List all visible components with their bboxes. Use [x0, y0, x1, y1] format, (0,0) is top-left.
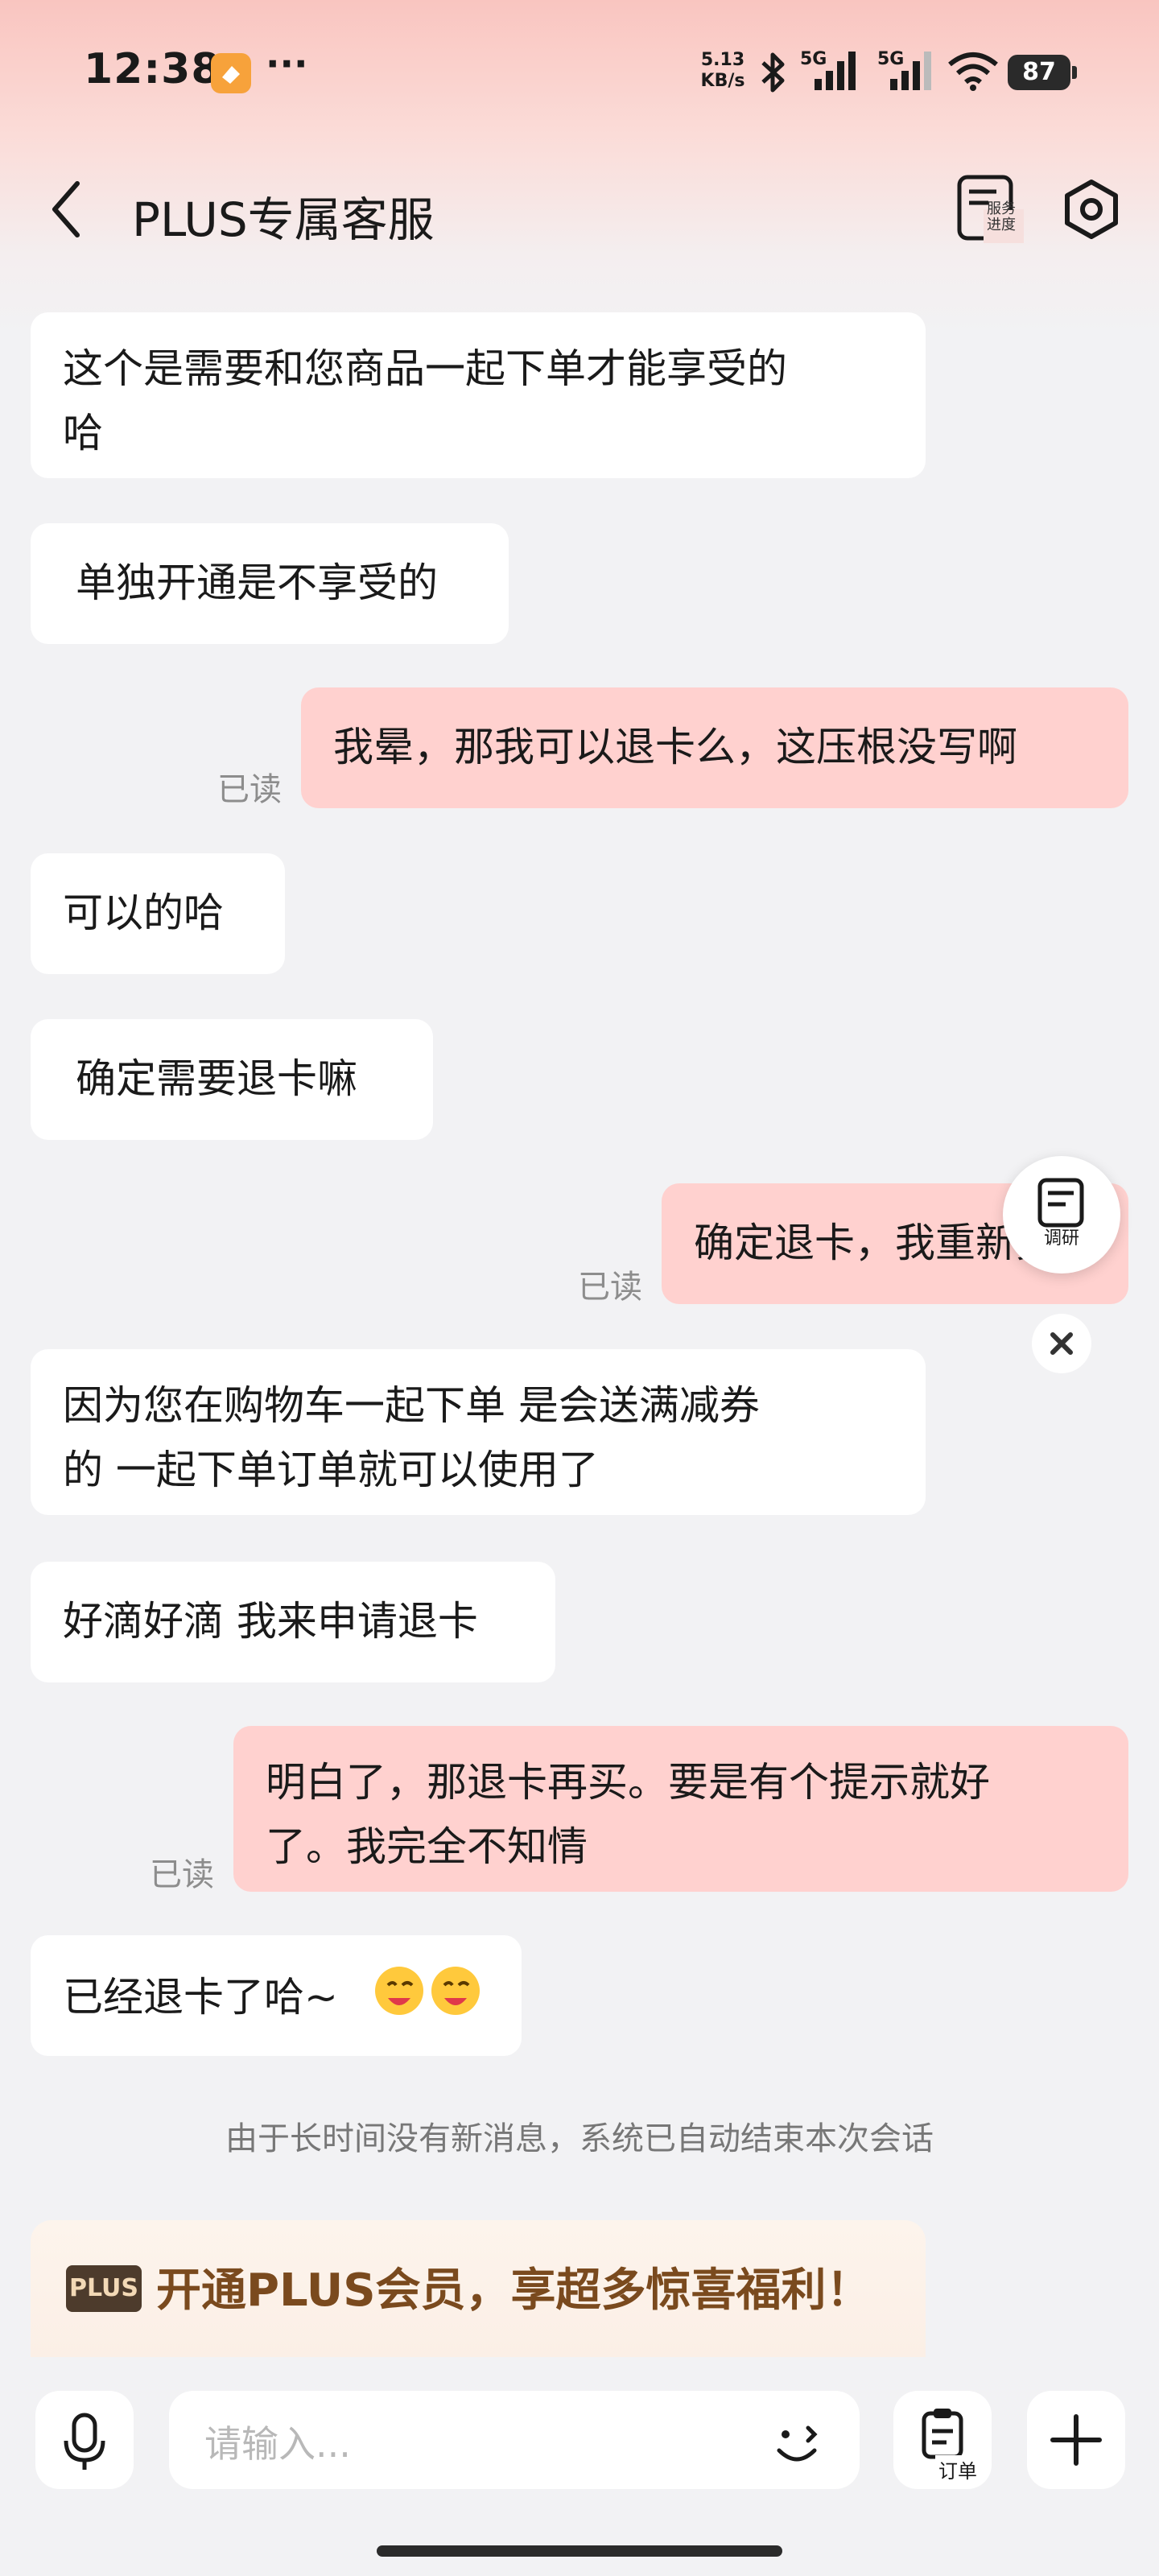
order-label: 订单	[935, 2455, 980, 2483]
settings-icon[interactable]	[1059, 177, 1124, 245]
survey-float-button[interactable]: 调研	[1003, 1156, 1120, 1274]
read-receipt: 已读	[217, 771, 282, 808]
emoji-icon[interactable]	[765, 2407, 831, 2476]
read-receipt: 已读	[578, 1269, 642, 1306]
my-message: 明白了，那退卡再买。要是有个提示就好 了。我完全不知情	[233, 1726, 1128, 1892]
bluetooth-icon	[753, 50, 794, 98]
app-notification-icon	[211, 53, 251, 93]
service-progress-label: 服务 进度	[987, 200, 1016, 233]
survey-label: 调研	[1043, 1228, 1079, 1249]
message-input-placeholder: 请输入...	[204, 2422, 351, 2466]
signal-icon: 5G	[800, 47, 874, 98]
wifi-icon	[947, 52, 1000, 95]
signal-icon: 5G	[877, 47, 943, 98]
back-icon[interactable]	[48, 179, 84, 243]
agent-message: 确定需要退卡嘛	[31, 1019, 433, 1140]
plus-badge: PLUS	[66, 2265, 142, 2312]
battery-tip	[1072, 66, 1077, 79]
read-receipt: 已读	[150, 1856, 214, 1893]
my-message: 我晕，那我可以退卡么，这压根没写啊	[301, 687, 1128, 808]
plus-icon	[1050, 2414, 1102, 2466]
order-button[interactable]: 订单	[893, 2391, 992, 2489]
net-speed: 5.13 KB/s	[700, 50, 745, 91]
agent-message: 可以的哈	[31, 853, 285, 974]
svg-text:5G: 5G	[800, 49, 827, 69]
voice-button[interactable]	[35, 2391, 134, 2489]
system-message: 由于长时间没有新消息，系统已自动结束本次会话	[225, 2120, 934, 2157]
plus-promo-banner[interactable]: PLUS 开通PLUS会员，享超多惊喜福利！	[31, 2220, 926, 2357]
agent-message: 单独开通是不享受的	[31, 523, 509, 644]
add-button[interactable]	[1027, 2391, 1125, 2489]
survey-icon	[1037, 1178, 1084, 1228]
page-title: PLUS专属客服	[132, 192, 435, 247]
agent-message: 这个是需要和您商品一起下单才能享受的 哈	[31, 312, 926, 478]
hug-emoji-icon	[372, 1963, 485, 2037]
status-more-icon: ···	[266, 42, 308, 85]
promo-text: 开通PLUS会员，享超多惊喜福利！	[156, 2264, 872, 2317]
agent-message: 因为您在购物车一起下单 是会送满减券 的 一起下单订单就可以使用了	[31, 1349, 926, 1515]
battery-indicator: 87	[1008, 55, 1070, 90]
close-survey-button[interactable]	[1032, 1314, 1091, 1373]
close-icon	[1050, 1332, 1073, 1355]
status-time: 12:38	[84, 45, 221, 93]
microphone-icon	[64, 2413, 105, 2470]
svg-text:5G: 5G	[877, 49, 904, 69]
agent-message: 好滴好滴 我来申请退卡	[31, 1562, 555, 1682]
agent-message: 已经退卡了哈~	[31, 1935, 522, 2056]
message-input[interactable]: 请输入...	[169, 2391, 860, 2489]
home-indicator[interactable]	[377, 2545, 782, 2557]
